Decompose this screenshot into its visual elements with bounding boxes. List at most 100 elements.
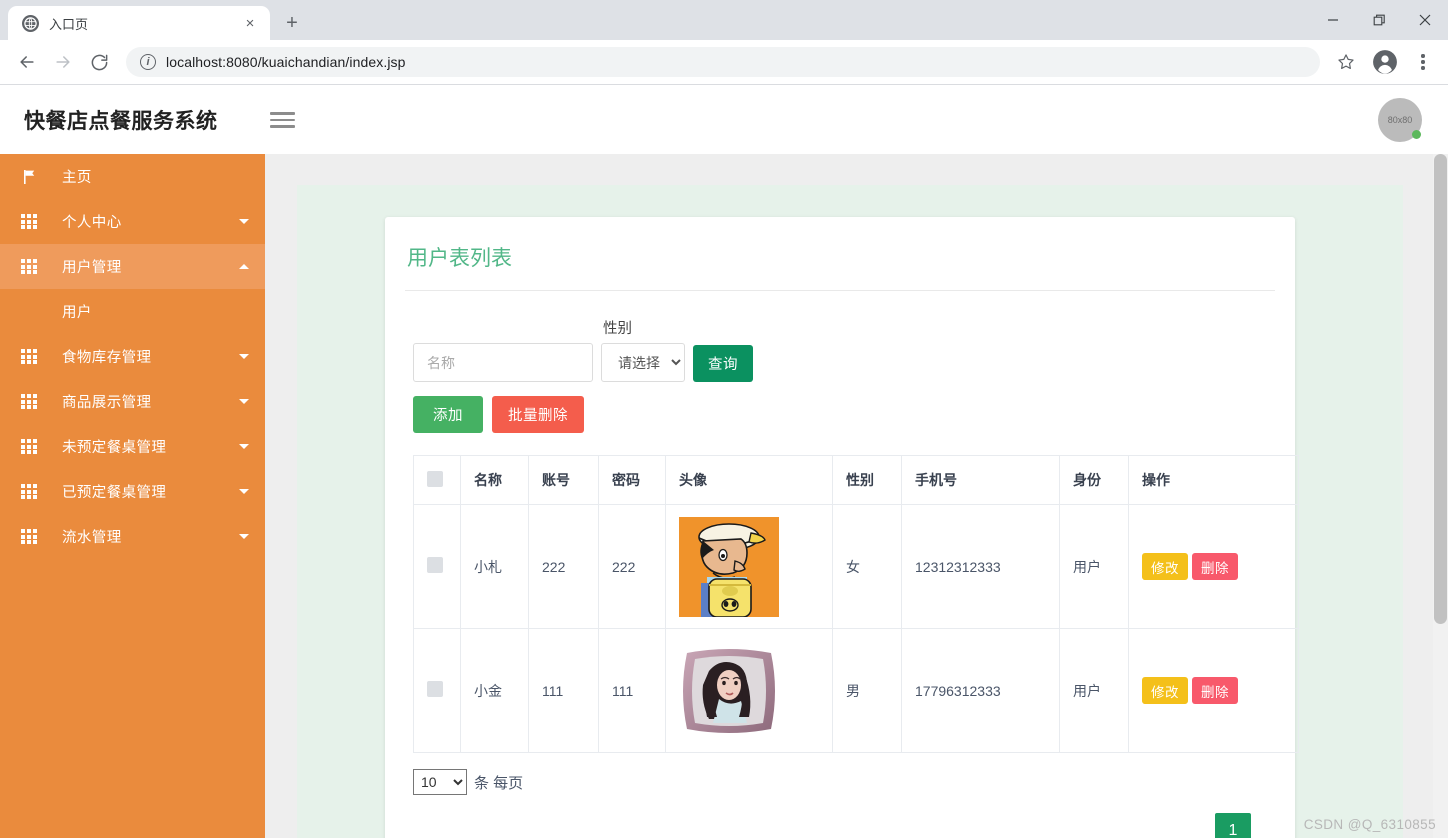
gender-select[interactable]: 请选择 (601, 343, 685, 382)
flag-icon (18, 169, 40, 185)
delete-button[interactable]: 删除 (1192, 553, 1238, 580)
chevron-down-icon (239, 399, 249, 404)
grid-icon (18, 438, 40, 455)
app-title: 快餐店点餐服务系统 (24, 110, 218, 133)
table-row: 小札 222 222 女 12312312333 用户 修改 删除 (413, 504, 1299, 629)
cell-phone: 12312312333 (901, 504, 1060, 629)
sidebar-item-label: 主页 (62, 170, 92, 186)
select-all-header (413, 455, 461, 505)
gender-filter-group: 性别 请选择 (601, 317, 685, 382)
delete-button[interactable]: 删除 (1192, 677, 1238, 704)
per-page-label: 条 每页 (474, 774, 524, 792)
edit-button[interactable]: 修改 (1142, 677, 1188, 704)
row-select-cell (413, 504, 461, 629)
table-row: 小金 111 111 男 17796312333 用户 修改 删除 (413, 628, 1299, 753)
gender-filter-label: 性别 (603, 321, 632, 337)
sidebar-item-food-inventory[interactable]: 食物库存管理 (0, 334, 265, 379)
window-controls (1310, 0, 1448, 40)
cell-gender: 女 (832, 504, 902, 629)
vertical-scrollbar[interactable] (1433, 154, 1448, 838)
new-tab-button[interactable]: + (278, 9, 306, 37)
cell-password: 222 (598, 504, 666, 629)
tab-strip: 入口页 × + (0, 0, 1448, 40)
page-size-select[interactable]: 10 (413, 769, 467, 795)
forward-arrow-icon[interactable] (46, 45, 80, 79)
row-checkbox[interactable] (427, 557, 443, 573)
reload-icon[interactable] (82, 45, 116, 79)
content-area: 用户表列表 性别 请选择 查询 (265, 154, 1448, 838)
app-body: 主页 个人中心 用户管理 用户 食物库存管理 商品展示管理 未预定餐桌管理 已预… (0, 154, 1448, 838)
browser-toolbar: i localhost:8080/kuaichandian/index.jsp (0, 40, 1448, 85)
cell-account: 111 (528, 628, 599, 753)
back-arrow-icon[interactable] (10, 45, 44, 79)
sidebar-item-label: 食物库存管理 (62, 350, 152, 366)
app-header: 快餐店点餐服务系统 80x80 (0, 86, 1448, 154)
profile-icon[interactable] (1370, 47, 1400, 77)
sidebar-item-label: 用户管理 (62, 260, 122, 276)
avatar-label: 80x80 (1387, 115, 1413, 125)
sidebar-item-home[interactable]: 主页 (0, 154, 265, 199)
cell-account: 222 (528, 504, 599, 629)
site-info-icon[interactable]: i (140, 54, 156, 70)
column-header-phone: 手机号 (901, 455, 1060, 505)
chevron-down-icon (239, 534, 249, 539)
grid-icon (18, 258, 40, 275)
sidebar-item-label: 流水管理 (62, 530, 122, 546)
address-bar[interactable]: i localhost:8080/kuaichandian/index.jsp (126, 47, 1320, 77)
search-input[interactable] (413, 343, 593, 382)
grid-icon (18, 528, 40, 545)
query-button[interactable]: 查询 (693, 345, 753, 382)
tab-title: 入口页 (49, 16, 89, 32)
avatar[interactable]: 80x80 (1378, 98, 1422, 142)
globe-icon (22, 14, 39, 32)
cell-name: 小札 (460, 504, 529, 629)
cell-gender: 男 (832, 628, 902, 753)
page-button-1[interactable]: 1 (1215, 813, 1251, 838)
cell-phone: 17796312333 (901, 628, 1060, 753)
column-header-password: 密码 (598, 455, 666, 505)
chevron-down-icon (239, 444, 249, 449)
sidebar-item-transactions[interactable]: 流水管理 (0, 514, 265, 559)
cell-role: 用户 (1059, 628, 1129, 753)
batch-delete-button[interactable]: 批量删除 (492, 396, 584, 433)
minimize-icon[interactable] (1310, 0, 1356, 40)
browser-tab[interactable]: 入口页 × (8, 6, 270, 40)
action-bar: 添加 批量删除 (405, 396, 1275, 433)
grid-icon (18, 483, 40, 500)
star-icon[interactable] (1330, 46, 1362, 78)
sidebar-item-user-management[interactable]: 用户管理 (0, 244, 265, 289)
sidebar-item-label: 商品展示管理 (62, 395, 152, 411)
column-header-gender: 性别 (832, 455, 902, 505)
maximize-icon[interactable] (1356, 0, 1402, 40)
close-icon[interactable] (1402, 0, 1448, 40)
cell-avatar (665, 628, 833, 753)
kebab-menu-icon[interactable] (1408, 45, 1438, 79)
sidebar-item-product-display[interactable]: 商品展示管理 (0, 379, 265, 424)
sidebar-item-personal-center[interactable]: 个人中心 (0, 199, 265, 244)
grid-icon (18, 393, 40, 410)
scrollbar-thumb[interactable] (1434, 154, 1447, 624)
cell-name: 小金 (460, 628, 529, 753)
chevron-down-icon (239, 489, 249, 494)
sidebar-subitem-user[interactable]: 用户 (0, 289, 265, 334)
header-right: 80x80 (1378, 98, 1422, 142)
watermark: CSDN @Q_6310855 (1303, 817, 1436, 832)
grid-icon (18, 213, 40, 230)
cartoon-boy-avatar-icon (679, 516, 779, 617)
cell-operations: 修改 删除 (1128, 504, 1299, 629)
row-checkbox[interactable] (427, 681, 443, 697)
online-status-dot (1412, 130, 1421, 139)
sidebar-item-reserved-tables[interactable]: 已预定餐桌管理 (0, 469, 265, 514)
tab-close-icon[interactable]: × (240, 13, 260, 33)
sidebar-item-unreserved-tables[interactable]: 未预定餐桌管理 (0, 424, 265, 469)
page-title: 用户表列表 (405, 239, 1275, 291)
sidebar-item-label: 未预定餐桌管理 (62, 440, 167, 456)
page-size-bar: 10 条 每页 (413, 769, 1275, 795)
add-button[interactable]: 添加 (413, 396, 483, 433)
edit-button[interactable]: 修改 (1142, 553, 1188, 580)
cell-operations: 修改 删除 (1128, 628, 1299, 753)
hamburger-icon[interactable] (269, 112, 295, 128)
sidebar-item-label: 个人中心 (62, 215, 122, 231)
select-all-checkbox[interactable] (427, 470, 443, 487)
column-header-name: 名称 (460, 455, 529, 505)
